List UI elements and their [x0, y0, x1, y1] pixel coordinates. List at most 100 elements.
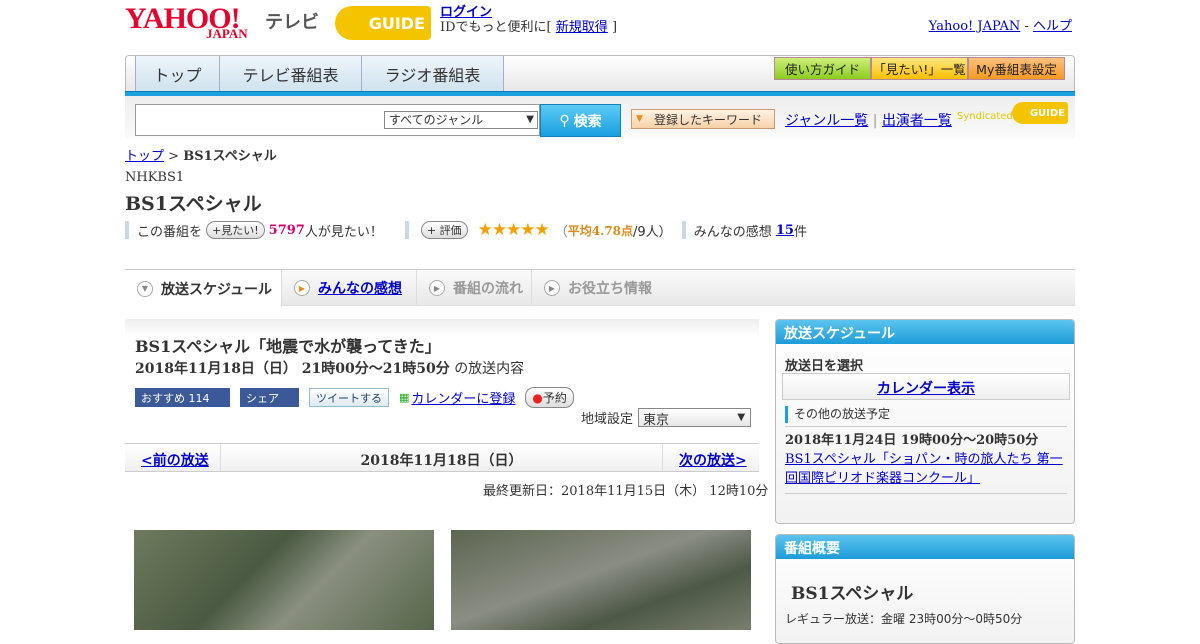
tab-label: みんなの感想 [318, 281, 402, 297]
other-broadcast-item: 2018年11月24日 19時00分～20時50分 BS1スペシャル「ショパン・… [785, 426, 1067, 488]
crumb-sep: > [168, 149, 180, 164]
genre-list-link[interactable]: ジャンル一覧 [785, 113, 868, 129]
reserve-label: 予約 [542, 390, 567, 405]
want-button[interactable]: +見たい! [206, 221, 265, 239]
id-close: ] [611, 20, 618, 35]
fb-share-button[interactable]: シェア [240, 387, 299, 407]
tab-schedule[interactable]: ▼ 放送スケジュール [125, 270, 282, 307]
id-prompt: IDでもっと便利に[ [440, 20, 552, 35]
syndicated-gguide-logo: GUIDE [1012, 102, 1068, 124]
calendar-add-icon: ▦ [399, 390, 410, 404]
datetime-value: 2018年11月18日（日） 21時00分～21時50分 [135, 361, 450, 377]
region-setting: 地域設定 東京 ▼ [581, 408, 752, 428]
tab-reviews[interactable]: ▶ みんなの感想 [282, 270, 417, 306]
avg-rating: 平均4.78点 [567, 223, 634, 238]
record-icon: ● [532, 390, 543, 405]
region-value: 東京 [643, 413, 670, 428]
breadcrumb: トップ > BS1スペシャル [125, 145, 277, 164]
rating-row: この番組を +見たい! 5797 人が見たい！ + 評価 ★★★★★ （平均4.78点/9… [125, 220, 807, 240]
calendar-view-button[interactable]: カレンダー表示 [782, 373, 1070, 400]
avg-count: /9人） [633, 224, 672, 240]
schedule-box-title: 放送スケジュール [776, 320, 1074, 344]
region-label: 地域設定 [581, 412, 634, 427]
fb-recommend-button[interactable]: おすすめ 114 [135, 387, 230, 407]
pager-date: 2018年11月18日（日） [220, 444, 663, 471]
channel-name: NHKBS1 [125, 170, 185, 185]
cast-list-link[interactable]: 出演者一覧 [882, 113, 952, 129]
regular-broadcast: レギュラー放送：金曜 23時00分～0時50分 [785, 612, 1023, 626]
help-link[interactable]: ヘルプ [1033, 19, 1072, 34]
yahoo-japan-link[interactable]: Yahoo! JAPAN [929, 19, 1021, 34]
wishlist-button[interactable]: 「見たい!」一覧 [871, 57, 968, 80]
page-title: BS1スペシャル [125, 193, 262, 215]
saved-keywords-button[interactable]: 登録したキーワード [631, 109, 775, 129]
guide-button[interactable]: 使い方ガイド [774, 57, 871, 80]
search-icon: ⚲ [559, 112, 570, 129]
dropdown-icon: ▼ [737, 412, 746, 423]
broadcast-pager: <前の放送 2018年11月18日（日） 次の放送> [125, 443, 759, 472]
overview-box: 番組概要 BS1スペシャル レギュラー放送：金曜 23時00分～0時50分 [775, 534, 1075, 644]
want-section: この番組を +見たい! 5797 人が見たい！ [125, 221, 383, 240]
play-icon: ▶ [429, 280, 445, 296]
breadcrumb-top[interactable]: トップ [125, 149, 164, 164]
nav-tab-radio[interactable]: ラジオ番組表 [362, 56, 504, 92]
tab-info[interactable]: ▶ お役立ち情報 [532, 270, 672, 306]
social-row: おすすめ 114 シェア ツイートする ▦ カレンダーに登録 ●予約 [135, 386, 574, 408]
next-broadcast-link[interactable]: 次の放送> [679, 450, 747, 470]
reviews-suffix: 件 [793, 224, 807, 240]
region-select[interactable]: 東京 ▼ [638, 408, 752, 428]
last-updated: 最終更新日：2018年11月15日（木） 12時10分 [483, 484, 769, 499]
star-rating: ★★★★★ [477, 220, 550, 240]
avg-open: （ [554, 224, 568, 240]
search-button[interactable]: ⚲ 検索 [540, 104, 621, 137]
episode-title: BS1スペシャル「地震で水が襲ってきた」 [135, 337, 441, 356]
my-settings-button[interactable]: My番組表設定 [968, 57, 1065, 80]
tab-flow[interactable]: ▶ 番組の流れ [417, 270, 532, 306]
want-prefix: この番組を [137, 224, 203, 240]
want-count: 5797 [268, 222, 305, 238]
dash: - [1024, 19, 1029, 34]
rate-button[interactable]: + 評価 [420, 221, 468, 239]
program-photo [451, 530, 751, 630]
reserve-button[interactable]: ●予約 [525, 386, 574, 408]
calendar-view-link[interactable]: カレンダー表示 [877, 381, 975, 397]
genre-value: すべてのジャンル [389, 113, 484, 127]
yahoo-japan-text: JAPAN [206, 26, 248, 41]
program-tabs: ▼ 放送スケジュール ▶ みんなの感想 ▶ 番組の流れ ▶ お役立ち情報 [125, 269, 1075, 307]
dropdown-icon: ▼ [526, 114, 534, 125]
other-broadcasts-heading: その他の放送予定 [785, 406, 1067, 423]
chevron-down-icon: ▼ [137, 280, 153, 297]
reviews-section: みんなの感想 15 件 [681, 221, 807, 240]
schedule-box: 放送スケジュール 放送日を選択 カレンダー表示 その他の放送予定 2018年11… [775, 319, 1075, 524]
datetime-suffix: の放送内容 [454, 361, 525, 377]
program-photo [134, 530, 434, 630]
nav-tab-tv[interactable]: テレビ番組表 [220, 56, 362, 92]
sep: | [872, 113, 878, 129]
tab-label: お役立ち情報 [568, 281, 652, 297]
other-datetime: 2018年11月24日 19時00分～20時50分 [785, 433, 1039, 448]
tab-label: 放送スケジュール [161, 281, 273, 298]
main-nav: トップ テレビ番組表 ラジオ番組表 使い方ガイド 「見たい!」一覧 My番組表設… [125, 55, 1075, 92]
reviews-label: みんなの感想 [693, 224, 772, 240]
reviews-count-link[interactable]: 15 [776, 223, 794, 238]
top-links: Yahoo! JAPAN - ヘルプ [929, 15, 1072, 34]
login-link[interactable]: ログイン [440, 5, 492, 20]
tweet-button[interactable]: ツイートする [309, 387, 389, 407]
signup-link[interactable]: 新規取得 [556, 20, 608, 35]
tv-logo-text: テレビ [265, 12, 319, 33]
search-links: ジャンル一覧 | 出演者一覧 [785, 110, 952, 130]
want-suffix: 人が見たい！ [304, 224, 383, 240]
other-broadcast-link[interactable]: BS1スペシャル「ショパン・時の旅人たち 第一回国際ピリオド楽器コンクール」 [785, 452, 1063, 486]
syndicated-text: Syndicated [957, 111, 1013, 122]
episode-datetime: 2018年11月18日（日） 21時00分～21時50分 の放送内容 [135, 358, 524, 378]
nav-tab-top[interactable]: トップ [135, 56, 220, 92]
play-icon: ▶ [294, 280, 310, 296]
prev-broadcast-link[interactable]: <前の放送 [141, 450, 209, 470]
divider [785, 493, 1067, 494]
overview-box-title: 番組概要 [776, 535, 1074, 559]
tab-label: 番組の流れ [453, 281, 523, 297]
genre-select[interactable]: すべてのジャンル ▼ [384, 111, 538, 129]
login-area: ログイン IDでもっと便利に[ 新規取得 ] [440, 5, 617, 35]
calendar-add-link[interactable]: カレンダーに登録 [411, 388, 515, 407]
play-icon: ▶ [544, 280, 560, 296]
